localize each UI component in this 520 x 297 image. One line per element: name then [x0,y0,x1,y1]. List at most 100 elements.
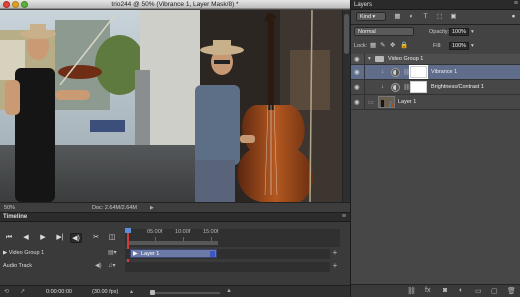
adjustment-layer-icon[interactable] [391,83,400,92]
convert-timeline-icon[interactable]: ⟲ [4,288,9,295]
type-filter-icon[interactable]: T [421,12,430,21]
clip-end-handle[interactable] [210,251,215,257]
adjustment-icon[interactable]: ◐ [459,287,463,294]
scrollbar-thumb[interactable] [344,14,349,54]
zoom-level[interactable]: 50% [4,205,15,211]
next-frame-icon[interactable]: ▶| [54,233,66,243]
mute-audio-icon[interactable]: ◀) [70,233,82,243]
frame-rate: (30.00 fps) [92,289,119,295]
lock-row: Lock: ▦ ✎ ✥ 🔒 Fill: 100% ▾ [351,40,520,52]
document-titlebar: trio244 @ 50% (Vibrance 1, Layer Mask/8)… [0,0,350,9]
filter-kind-dropdown[interactable]: Kind ▾ [356,12,386,21]
lock-pixels-icon[interactable]: ✎ [380,41,385,49]
timeline-footer: ⟲ ↗ 0:00:00:00 (30.00 fps) ▴ ▲ [0,285,350,297]
mountain-large-icon[interactable]: ▲ [226,288,232,294]
document-size: Doc: 2.64M/2.64M [92,205,137,211]
layer-mask-thumbnail[interactable] [409,65,428,79]
lock-transparent-icon[interactable]: ▦ [370,41,376,49]
track-name: Audio Track [3,263,33,269]
first-frame-icon[interactable]: ⏮ [3,233,15,243]
divider [351,24,520,25]
opacity-arrow-icon[interactable]: ▾ [471,29,474,35]
layers-header: Layers ≡ [351,0,520,10]
group-expand-icon[interactable]: ▾ [368,56,371,62]
filter-toggle-icon[interactable]: ● [509,12,518,21]
current-time: 0:00:00:00 [46,289,72,295]
fx-icon[interactable]: fx [425,287,430,294]
panel-menu-icon[interactable]: ≡ [342,213,346,220]
thumbnail-image [379,97,394,107]
fill-arrow-icon[interactable]: ▾ [471,43,474,49]
ruler-label: 10:00f [175,229,191,235]
image-canvas[interactable] [0,10,342,202]
filter-row: Kind ▾ ▦ ◐ T ⬚ ▣ ● [351,11,520,23]
visibility-toggle[interactable]: ◉ [351,95,365,109]
add-media-icon[interactable]: + [330,248,340,258]
layer-row-layer-1[interactable]: ◉ ▭ Layer 1 [351,95,520,110]
previous-frame-icon[interactable]: ◀ [20,233,32,243]
timeline-panel: Timeline ≡ ⏮ ◀ ▶ ▶| ◀) ✂ ◫ 05:00f 10:00f… [0,212,350,297]
track-video-group: ▶ Video Group 1 ▤▾ ▶ Layer 1 + [0,248,340,260]
layer-row-video-group[interactable]: ◉ ▾ Video Group 1 [351,54,520,65]
eye-icon: ◉ [354,69,360,76]
layer-thumbnail[interactable] [378,96,395,108]
pixel-filter-icon[interactable]: ▦ [393,12,402,21]
lock-position-icon[interactable]: ✥ [390,41,395,49]
visibility-toggle[interactable]: ◉ [351,65,365,79]
ruler-label: 15:00f [203,229,219,235]
opacity-field[interactable]: 100% [449,28,469,36]
add-audio-icon[interactable]: + [330,261,340,271]
adjustment-layer-icon[interactable] [391,68,400,77]
eye-icon: ◉ [354,84,360,91]
work-area-bar[interactable] [128,241,218,245]
music-note-icon[interactable]: ♫▾ [108,262,116,269]
visibility-toggle[interactable]: ◉ [351,80,365,94]
panel-menu-icon[interactable]: ≡ [514,0,518,7]
timeline-ruler[interactable]: 05:00f 10:00f 15:00f [125,229,340,247]
fill-field[interactable]: 100% [449,42,469,50]
status-menu-arrow-icon[interactable]: ▶ [150,205,154,211]
mountain-small-icon[interactable]: ▴ [130,288,133,295]
shape-filter-icon[interactable]: ⬚ [435,12,444,21]
link-icon[interactable]: ⛓ [407,287,416,295]
document-title: trio244 @ 50% (Vibrance 1, Layer Mask/8)… [111,1,239,8]
layers-title[interactable]: Layers [354,2,372,8]
layer-row-brightness-contrast[interactable]: ◉ ↓ ⛓ Brightness/Contrast 1 [351,80,520,95]
vertical-scrollbar[interactable] [342,10,350,202]
eye-icon: ◉ [354,56,360,63]
layers-panel: Layers ≡ Kind ▾ ▦ ◐ T ⬚ ▣ ● Normal Opaci… [350,0,520,297]
transition-icon[interactable]: ◫ [106,233,118,243]
layer-name: Video Group 1 [388,56,424,62]
track-lane [125,262,330,272]
clip-expand-icon[interactable]: ▶ [133,250,138,257]
document-window: trio244 @ 50% (Vibrance 1, Layer Mask/8)… [0,0,350,212]
smart-object-filter-icon[interactable]: ▣ [449,12,458,21]
video-clip[interactable]: ▶ Layer 1 [130,249,217,258]
layer-mask-thumbnail[interactable] [410,81,427,93]
layer-row-vibrance[interactable]: ◉ ↓ ⛓ Vibrance 1 [351,65,520,80]
speaker-icon[interactable]: ◀) [95,262,102,269]
fill-label: Fill: [433,43,442,49]
mask-icon[interactable]: ◙ [443,287,447,294]
blend-mode-dropdown[interactable]: Normal [354,27,414,36]
status-bar: 50% Doc: 2.64M/2.64M ▶ [0,202,350,212]
playback-controls: ⏮ ◀ ▶ ▶| ◀) ✂ ◫ [0,231,125,245]
lock-label: Lock: [354,43,368,49]
play-icon[interactable]: ▶ [37,233,49,243]
folder-icon[interactable]: ▭ [475,287,482,295]
blend-mode-label: Normal [358,29,376,35]
timeline-zoom-slider[interactable] [150,292,220,294]
timeline-header: Timeline ≡ [0,213,350,222]
adjustment-filter-icon[interactable]: ◐ [407,12,416,21]
video-layer-icon: ▭ [368,100,374,106]
trash-icon[interactable]: 🗑 [507,287,516,295]
timeline-title[interactable]: Timeline [3,214,27,220]
lock-all-icon[interactable]: 🔒 [400,41,408,49]
render-video-icon[interactable]: ↗ [20,288,25,295]
film-strip-icon[interactable]: ▤▾ [108,249,117,256]
track-label[interactable]: ▶ Video Group 1 [3,250,44,256]
timeline-zoom-knob[interactable] [150,290,155,295]
split-scissors-icon[interactable]: ✂ [90,233,102,243]
new-layer-icon[interactable]: ▢ [491,287,498,295]
visibility-toggle[interactable]: ◉ [351,54,365,64]
